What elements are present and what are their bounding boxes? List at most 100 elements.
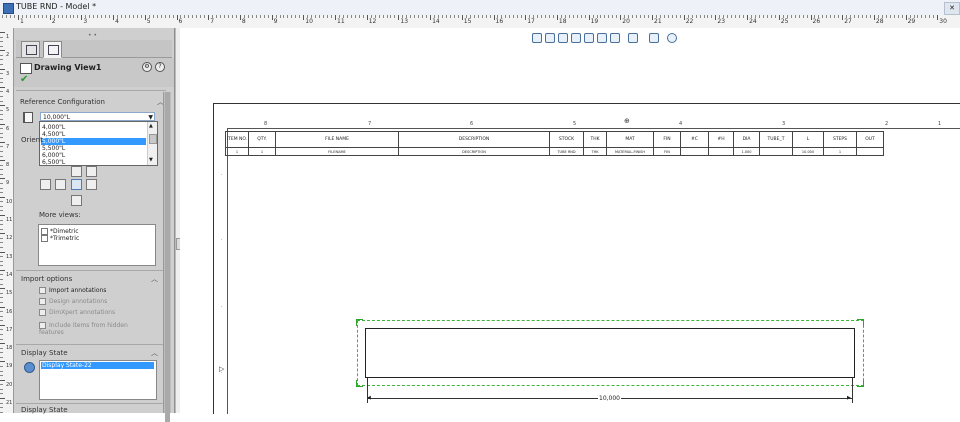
front-view-button[interactable] bbox=[71, 166, 82, 177]
dropdown-scroll-thumb[interactable] bbox=[149, 134, 157, 144]
more-views-list[interactable]: *Dimetric *Trimetric bbox=[38, 224, 156, 266]
checkbox[interactable] bbox=[39, 287, 46, 294]
checkbox[interactable] bbox=[41, 235, 48, 242]
previous-view-icon[interactable] bbox=[597, 33, 607, 43]
ruler-tick bbox=[0, 288, 5, 290]
ruler-tick bbox=[21, 15, 23, 18]
panel-scroll-thumb[interactable] bbox=[165, 92, 170, 422]
display-state-list[interactable]: Display State-22 bbox=[39, 360, 157, 400]
ruler-tick bbox=[461, 15, 463, 20]
list-item[interactable]: 4,500"L bbox=[41, 131, 146, 138]
table-cell[interactable]: 10.000 bbox=[792, 147, 824, 156]
ok-check-icon[interactable]: ✔ bbox=[20, 75, 28, 85]
table-header-cell[interactable]: MAT bbox=[606, 131, 654, 148]
table-cell[interactable]: FILENAME bbox=[275, 147, 399, 156]
sheet-zone-label: 6 bbox=[470, 121, 474, 127]
table-cell[interactable]: DESCRIPTION bbox=[398, 147, 550, 156]
checkbox[interactable] bbox=[39, 322, 46, 329]
appearance-icon[interactable] bbox=[667, 33, 677, 43]
bill-of-materials-table[interactable]: ITEM NO. QTY. FILE NAME DESCRIPTION STOCK THK… bbox=[225, 131, 884, 156]
table-header-cell[interactable]: #H bbox=[708, 131, 734, 148]
right-view-button[interactable] bbox=[55, 179, 66, 190]
table-header-cell[interactable]: FILE NAME bbox=[275, 131, 399, 148]
tab-property-manager[interactable] bbox=[43, 41, 62, 58]
table-header-cell[interactable]: QTY. bbox=[248, 131, 276, 148]
collapse-chevron-icon[interactable]: ︿ bbox=[151, 274, 158, 284]
scroll-up-icon[interactable]: ▲ bbox=[149, 123, 153, 129]
table-header-cell[interactable]: FIN bbox=[653, 131, 681, 148]
table-header-cell[interactable]: STOCK bbox=[549, 131, 584, 148]
window-close-button[interactable]: ✕ bbox=[944, 2, 960, 15]
ruler-tick bbox=[295, 15, 297, 18]
checkbox[interactable] bbox=[41, 228, 48, 235]
table-cell[interactable]: 1 bbox=[248, 147, 276, 156]
table-header-cell[interactable]: TUBE_T bbox=[759, 131, 793, 148]
table-header-cell[interactable]: STEPS bbox=[823, 131, 857, 148]
pan-icon[interactable] bbox=[571, 33, 581, 43]
ruler-tick bbox=[275, 15, 277, 18]
configuration-dropdown-list[interactable]: 4,000"L 4,500"L 5,000"L 5,500"L 6,000"L … bbox=[39, 121, 158, 166]
table-header-cell[interactable]: DESCRIPTION bbox=[398, 131, 550, 148]
zoom-to-area-icon[interactable] bbox=[545, 33, 555, 43]
table-cell[interactable]: 1 bbox=[823, 147, 857, 156]
table-header-cell[interactable]: L bbox=[792, 131, 824, 148]
zoom-in-out-icon[interactable] bbox=[558, 33, 568, 43]
table-cell[interactable]: FIN bbox=[653, 147, 681, 156]
tab-feature-manager[interactable] bbox=[21, 41, 40, 58]
list-item[interactable]: *Trimetric bbox=[41, 235, 79, 242]
list-item[interactable]: 5,500"L bbox=[41, 145, 146, 152]
list-item[interactable]: 6,500"L bbox=[41, 159, 146, 165]
dimxpert-annotations-checkbox[interactable]: DimXpert annotations bbox=[39, 309, 115, 316]
bottom-view-button[interactable] bbox=[86, 179, 97, 190]
list-item[interactable]: *Dimetric bbox=[41, 228, 79, 235]
view-corner-marker bbox=[356, 319, 363, 326]
table-cell[interactable]: 1.000 bbox=[733, 147, 760, 156]
scroll-down-icon[interactable]: ▼ bbox=[149, 157, 153, 163]
whats-wrong-icon[interactable]: ⚙ bbox=[142, 62, 152, 72]
table-header-cell[interactable]: DIA bbox=[733, 131, 760, 148]
left-view-button[interactable] bbox=[40, 179, 51, 190]
ruler-tick bbox=[778, 15, 780, 20]
table-cell[interactable]: 1 bbox=[225, 147, 249, 156]
hide-show-items-icon[interactable] bbox=[649, 33, 659, 43]
panel-scrollbar[interactable] bbox=[163, 92, 171, 422]
isometric-view-button[interactable] bbox=[71, 195, 82, 206]
table-cell[interactable]: MATERIAL-FINISH bbox=[606, 147, 654, 156]
list-item[interactable]: 5,000"L bbox=[41, 138, 146, 145]
rotate-view-icon[interactable] bbox=[584, 33, 594, 43]
zoom-to-fit-icon[interactable] bbox=[532, 33, 542, 43]
table-cell[interactable] bbox=[856, 147, 884, 156]
reference-configuration-combo[interactable]: 10,000"L ▼ bbox=[40, 112, 155, 121]
table-cell[interactable] bbox=[680, 147, 709, 156]
table-cell[interactable] bbox=[708, 147, 734, 156]
design-annotations-checkbox[interactable]: Design annotations bbox=[39, 298, 107, 305]
table-cell[interactable]: TUBE RND bbox=[549, 147, 584, 156]
import-annotations-checkbox[interactable]: Import annotations bbox=[39, 287, 106, 294]
include-hidden-items-checkbox[interactable]: Include items from hidden features bbox=[39, 322, 134, 336]
dropdown-scrollbar[interactable]: ▲ ▼ bbox=[147, 122, 157, 165]
table-row[interactable]: 1 1 FILENAME DESCRIPTION TUBE RND THK MATERIAL… bbox=[225, 147, 884, 156]
help-icon[interactable]: ? bbox=[155, 62, 165, 72]
checkbox[interactable] bbox=[39, 309, 46, 316]
top-view-button[interactable] bbox=[71, 179, 82, 190]
table-cell[interactable]: THK bbox=[583, 147, 607, 156]
back-view-button[interactable] bbox=[86, 166, 97, 177]
ruler-tick bbox=[830, 15, 832, 18]
panel-drag-handle[interactable]: • • • bbox=[88, 32, 98, 46]
tube-part-outline[interactable] bbox=[365, 328, 855, 378]
ruler-tick bbox=[45, 15, 47, 18]
table-header-cell[interactable]: ITEM NO. bbox=[225, 131, 249, 148]
table-header-cell[interactable]: #C bbox=[680, 131, 709, 148]
length-dimension[interactable]: 10,000 bbox=[598, 395, 621, 402]
collapse-chevron-icon[interactable]: ︿ bbox=[151, 348, 158, 358]
list-item[interactable]: 4,000"L bbox=[41, 124, 146, 131]
list-item[interactable]: Display State-22 bbox=[41, 362, 154, 369]
view-orientation-icon[interactable] bbox=[610, 33, 620, 43]
ruler-label: 23 bbox=[717, 18, 726, 25]
table-header-cell[interactable]: OUT bbox=[856, 131, 884, 148]
checkbox[interactable] bbox=[39, 298, 46, 305]
table-header-cell[interactable]: THK bbox=[583, 131, 607, 148]
display-style-icon[interactable] bbox=[628, 33, 638, 43]
table-cell[interactable] bbox=[759, 147, 793, 156]
list-item[interactable]: 6,000"L bbox=[41, 152, 146, 159]
